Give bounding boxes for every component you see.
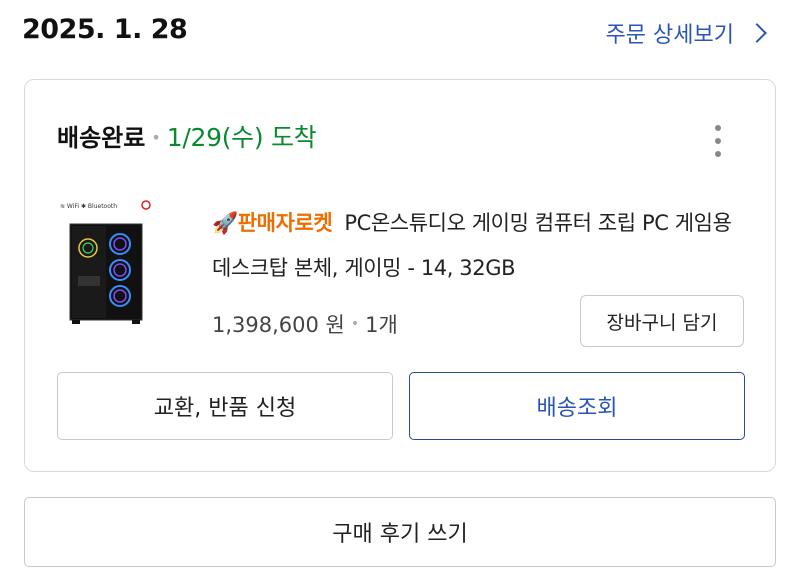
svg-text:≋ WiFi ✱ Bluetooth: ≋ WiFi ✱ Bluetooth — [60, 203, 117, 210]
exchange-return-button[interactable]: 교환, 반품 신청 — [57, 372, 393, 440]
arrival-date: 1/29(수) 도착 — [166, 123, 317, 152]
price-row: 1,398,600 원 • 1개 — [212, 309, 398, 339]
order-card: 배송완료 • 1/29(수) 도착 ≋ WiFi ✱ Bluetooth 🚀판매… — [24, 79, 776, 472]
product-thumbnail[interactable]: ≋ WiFi ✱ Bluetooth — [58, 196, 154, 326]
delivery-status-row: 배송완료 • 1/29(수) 도착 — [57, 118, 317, 154]
delivery-status: 배송완료 — [57, 124, 146, 152]
track-delivery-button[interactable]: 배송조회 — [409, 372, 745, 440]
price-separator-dot: • — [350, 316, 360, 332]
seller-rocket-badge: 🚀판매자로켓 — [212, 211, 333, 235]
order-detail-link[interactable]: 주문 상세보기 — [605, 17, 767, 49]
order-detail-label: 주문 상세보기 — [605, 23, 734, 48]
add-to-cart-button[interactable]: 장바구니 담기 — [580, 295, 744, 347]
gaming-pc-case-image: ≋ WiFi ✱ Bluetooth — [58, 196, 154, 326]
order-header: 2025. 1. 28 주문 상세보기 — [0, 0, 800, 70]
more-options-icon[interactable] — [713, 125, 723, 157]
chevron-right-icon — [747, 23, 767, 43]
seller-rocket-label: 판매자로켓 — [237, 211, 333, 235]
write-review-button[interactable]: 구매 후기 쓰기 — [24, 497, 776, 567]
product-quantity: 1개 — [365, 313, 398, 337]
status-separator-dot: • — [151, 128, 161, 147]
rocket-icon: 🚀 — [212, 211, 238, 235]
product-price: 1,398,600 원 — [212, 313, 345, 337]
product-title-line: 🚀판매자로켓 PC온스튜디오 게이밍 컴퓨터 조립 PC 게임용 데스크탑 본체,… — [212, 201, 752, 291]
product-info[interactable]: 🚀판매자로켓 PC온스튜디오 게이밍 컴퓨터 조립 PC 게임용 데스크탑 본체,… — [212, 201, 752, 291]
order-date: 2025. 1. 28 — [22, 14, 188, 45]
